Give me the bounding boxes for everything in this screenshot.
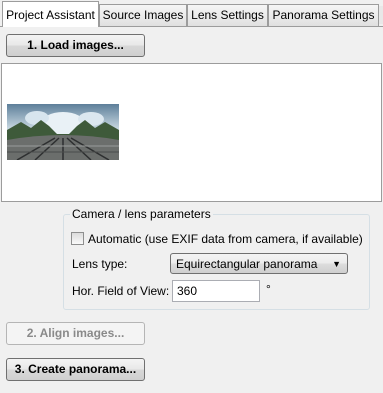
align-images-button[interactable]: 2. Align images... bbox=[6, 322, 145, 345]
hfov-label: Hor. Field of View: bbox=[72, 284, 170, 298]
lens-type-label: Lens type: bbox=[72, 257, 128, 271]
automatic-checkbox[interactable] bbox=[71, 232, 84, 245]
group-title: Camera / lens parameters bbox=[70, 207, 213, 221]
tab-label: Project Assistant bbox=[6, 8, 95, 22]
lens-type-value: Equirectangular panorama bbox=[176, 257, 318, 271]
automatic-label[interactable]: Automatic (use EXIF data from camera, if… bbox=[88, 232, 363, 246]
create-panorama-button[interactable]: 3. Create panorama... bbox=[6, 358, 145, 381]
tab-bar: Project Assistant Source Images Lens Set… bbox=[0, 0, 383, 27]
tab-project-assistant[interactable]: Project Assistant bbox=[2, 1, 99, 27]
image-preview-pane bbox=[1, 63, 382, 202]
load-images-button[interactable]: 1. Load images... bbox=[6, 34, 145, 57]
tab-label: Lens Settings bbox=[191, 8, 264, 22]
tab-label: Source Images bbox=[102, 8, 184, 22]
lens-type-select[interactable]: Equirectangular panorama ▼ bbox=[170, 253, 348, 274]
tab-lens-settings[interactable]: Lens Settings bbox=[187, 4, 268, 26]
tab-source-images[interactable]: Source Images bbox=[99, 4, 187, 26]
tab-panorama-settings[interactable]: Panorama Settings bbox=[268, 4, 379, 26]
panorama-thumbnail[interactable] bbox=[7, 104, 119, 160]
degree-unit: ° bbox=[266, 282, 271, 296]
tab-scroll-arrows-icon[interactable] bbox=[378, 6, 383, 24]
hfov-input[interactable] bbox=[172, 280, 260, 302]
chevron-down-icon: ▼ bbox=[332, 259, 341, 269]
tab-label: Panorama Settings bbox=[272, 8, 375, 22]
